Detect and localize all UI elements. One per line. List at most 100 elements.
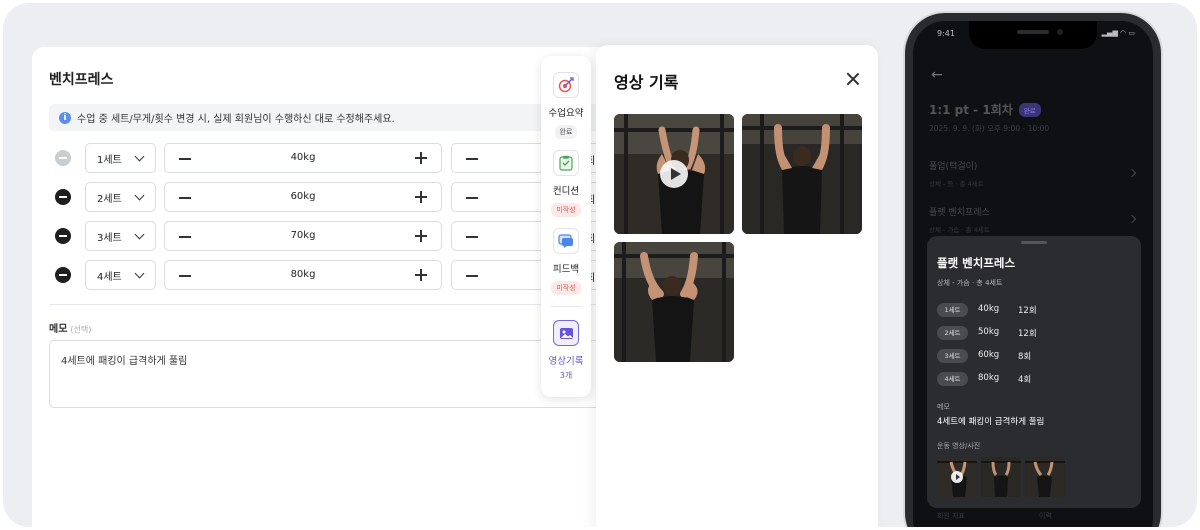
minus-icon [59,157,67,159]
set-select-value: 1세트 [97,154,122,166]
notice-text: 수업 중 세트/무게/횟수 변경 시, 실제 회원님이 수행하신 대로 수정해주… [77,114,395,125]
increase-weight-button[interactable] [415,269,427,281]
status-icons: ▂▄▆ ◠ ▭ [1101,29,1135,37]
phone-notch [969,21,1097,49]
play-icon[interactable] [951,471,963,483]
set-row: 1세트 40kg 12회 [937,303,1137,317]
clipboard-icon [553,150,579,176]
media-label: 운동 영상/사진 [937,442,981,450]
set-select-value: 3세트 [97,232,122,244]
rail-tab-video[interactable]: 영상기록 3개 [541,320,591,381]
minus-icon [59,196,67,198]
info-icon: i [59,111,71,124]
exercise-list-item[interactable]: 풀업(턱걸이) 상체 - 등 · 총 4세트 [929,159,984,188]
rail-tab-label: 수업요약 [548,108,584,119]
pullup-photo [981,457,1021,497]
media-thumbnail[interactable] [937,457,977,497]
set-reps: 8회 [1018,352,1032,362]
set-row: 4세트 80kg 회 [49,260,651,290]
set-select[interactable]: 4세트 [85,260,156,290]
media-thumbnail[interactable] [742,114,862,234]
session-datetime: 2025. 9. 9. (화) 오후 9:00 - 10:00 [929,124,1050,133]
chevron-down-icon [134,229,145,240]
set-reps: 4회 [1018,375,1032,385]
set-chip: 1세트 [937,303,968,317]
set-select-value: 4세트 [97,271,122,283]
set-row: 1세트 40kg 회 [49,143,651,173]
set-reps: 12회 [1018,329,1037,339]
weight-stepper: 60kg [164,182,442,212]
weight-stepper: 70kg [164,221,442,251]
set-weight: 80kg [978,373,1000,383]
panel-title: 영상 기록 [614,73,679,92]
sheet-grabber[interactable] [1021,241,1047,244]
exercise-meta: 상체 - 가슴 · 총 4세트 [929,226,990,234]
exercise-meta: 상체 - 등 · 총 4세트 [929,180,984,188]
increase-weight-button[interactable] [415,191,427,203]
media-thumbnail[interactable] [981,457,1021,497]
edit-notice: i 수업 중 세트/무게/횟수 변경 시, 실제 회원님이 수행하신 대로 수정… [49,104,609,131]
session-title: 1:1 pt - 1회차 완료 [929,101,1041,118]
pullup-photo [742,114,862,234]
set-weight: 60kg [978,350,1000,360]
exercise-name: 풀업(턱걸이) [929,162,978,172]
set-row: 4세트 80kg 4회 [937,372,1137,386]
decrease-reps-button[interactable] [466,236,478,238]
decrease-reps-button[interactable] [466,158,478,160]
media-count: 3개 [559,371,573,380]
close-icon[interactable] [846,72,860,86]
media-thumbnail[interactable] [1025,457,1065,497]
set-row: 3세트 70kg 회 [49,221,651,251]
bottom-stat-label: 회원 지표 [937,512,965,520]
chevron-right-icon [1127,214,1137,224]
minus-icon [59,235,67,237]
status-badge: 완료 [1018,102,1041,117]
session-title-text: 1:1 pt - 1회차 [929,103,1013,117]
remove-set-button[interactable] [55,267,71,283]
weight-value[interactable]: 70kg [165,230,441,241]
image-icon [553,320,579,346]
exercise-list-item[interactable]: 플랫 벤치프레스 상체 - 가슴 · 총 4세트 [929,205,990,234]
bottom-stat-label: 이력 [1039,512,1052,520]
set-select[interactable]: 1세트 [85,143,156,173]
decrease-reps-button[interactable] [466,197,478,199]
phone-screen: 9:41 ▂▄▆ ◠ ▭ ← 1:1 pt - 1회차 완료 2025. 9. … [913,21,1153,527]
remove-set-button[interactable] [55,189,71,205]
media-thumbnail[interactable] [614,114,734,234]
status-badge: 완료 [554,125,578,139]
rail-tab-label: 컨디션 [552,186,580,197]
set-reps: 12회 [1018,306,1037,316]
rail-tab-condition[interactable]: 컨디션 미작성 [541,150,591,217]
set-select[interactable]: 3세트 [85,221,156,251]
weight-value[interactable]: 80kg [165,269,441,280]
set-chip: 3세트 [937,349,968,363]
remove-set-button[interactable] [55,228,71,244]
pullup-photo [1025,457,1065,497]
chevron-down-icon [134,190,145,201]
remove-set-button[interactable] [55,150,71,166]
weight-value[interactable]: 40kg [165,152,441,163]
chevron-down-icon [134,268,145,279]
media-thumbnail[interactable] [614,242,734,362]
sheet-title: 플랫 벤치프레스 [937,256,1016,270]
set-row: 2세트 60kg 회 [49,182,651,212]
status-badge: 미작성 [551,281,581,295]
status-time: 9:41 [937,29,955,38]
set-chip: 4세트 [937,372,968,386]
increase-weight-button[interactable] [415,230,427,242]
memo-label-text: 메모 [49,324,68,335]
weight-value[interactable]: 60kg [165,191,441,202]
rail-tab-label: 피드백 [552,264,580,275]
exercise-detail-sheet: 플랫 벤치프레스 상체 - 가슴 · 총 4세트 1세트 40kg 12회 2세… [927,236,1141,508]
set-select[interactable]: 2세트 [85,182,156,212]
chevron-right-icon [1127,168,1137,178]
play-icon[interactable] [660,160,688,188]
back-arrow-icon[interactable]: ← [931,67,943,83]
decrease-reps-button[interactable] [466,275,478,277]
set-chip: 2세트 [937,326,968,340]
increase-weight-button[interactable] [415,152,427,164]
phone-mockup: 9:41 ▂▄▆ ◠ ▭ ← 1:1 pt - 1회차 완료 2025. 9. … [905,13,1161,527]
memo-textarea[interactable]: 4세트에 패킹이 급격하게 풀림 [49,340,609,408]
rail-tab-feedback[interactable]: 피드백 미작성 [541,228,591,295]
rail-tab-summary[interactable]: 수업요약 완료 [541,72,591,139]
